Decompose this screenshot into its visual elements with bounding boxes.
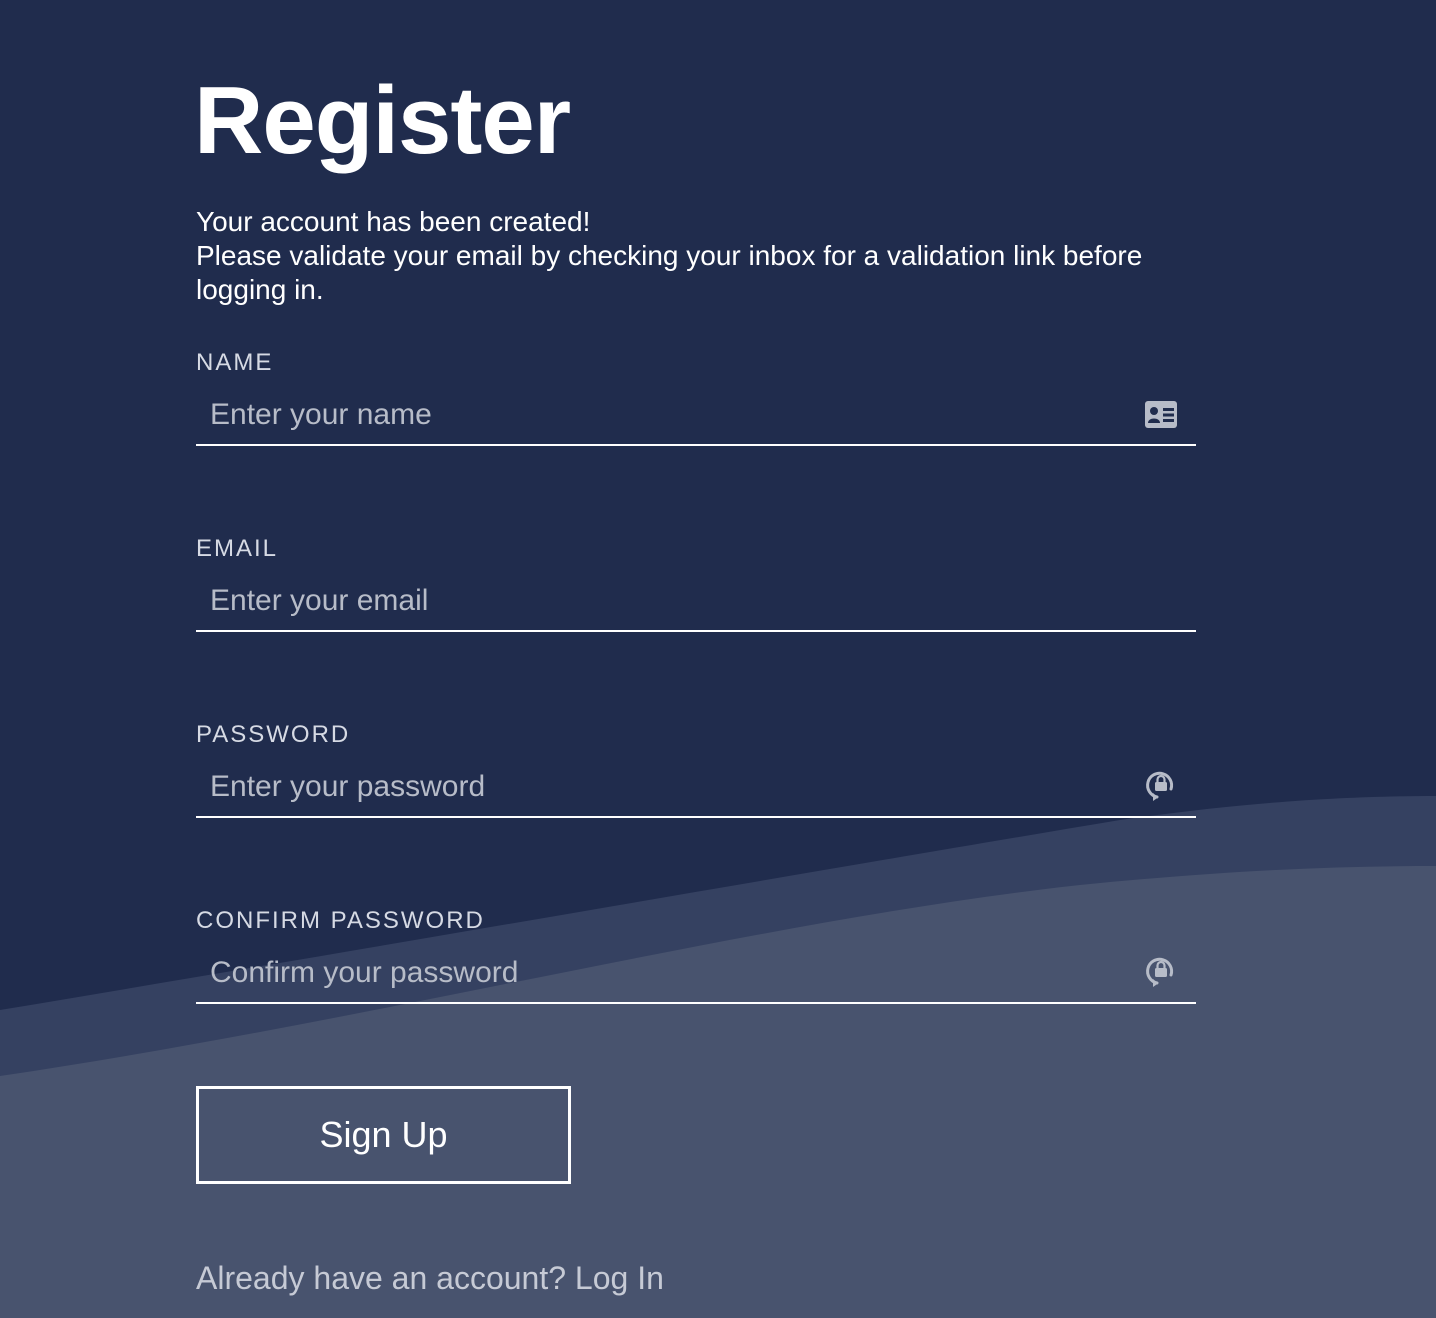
email-label: EMAIL [196, 535, 279, 562]
lock-rotate-icon [1146, 771, 1174, 801]
lock-rotate-icon [1146, 957, 1174, 987]
login-link[interactable]: Log In [575, 1260, 664, 1296]
success-message-line1: Your account has been created! [196, 206, 591, 237]
login-prompt-text: Already have an account? [196, 1260, 567, 1296]
success-message-line2: Please validate your email by checking y… [196, 240, 1143, 305]
password-input[interactable] [196, 758, 1196, 818]
confirm-password-input[interactable] [196, 944, 1196, 1004]
confirm-password-label: CONFIRM PASSWORD [196, 907, 485, 934]
email-input[interactable] [196, 572, 1196, 632]
sign-up-button[interactable]: Sign Up [196, 1086, 571, 1184]
id-card-icon [1145, 401, 1177, 428]
page-title: Register [194, 67, 571, 174]
password-label: PASSWORD [196, 721, 351, 748]
success-message: Your account has been created! Please va… [196, 205, 1196, 307]
login-prompt: Already have an account? Log In [196, 1258, 664, 1298]
name-label: NAME [196, 349, 274, 376]
name-input[interactable] [196, 386, 1196, 446]
